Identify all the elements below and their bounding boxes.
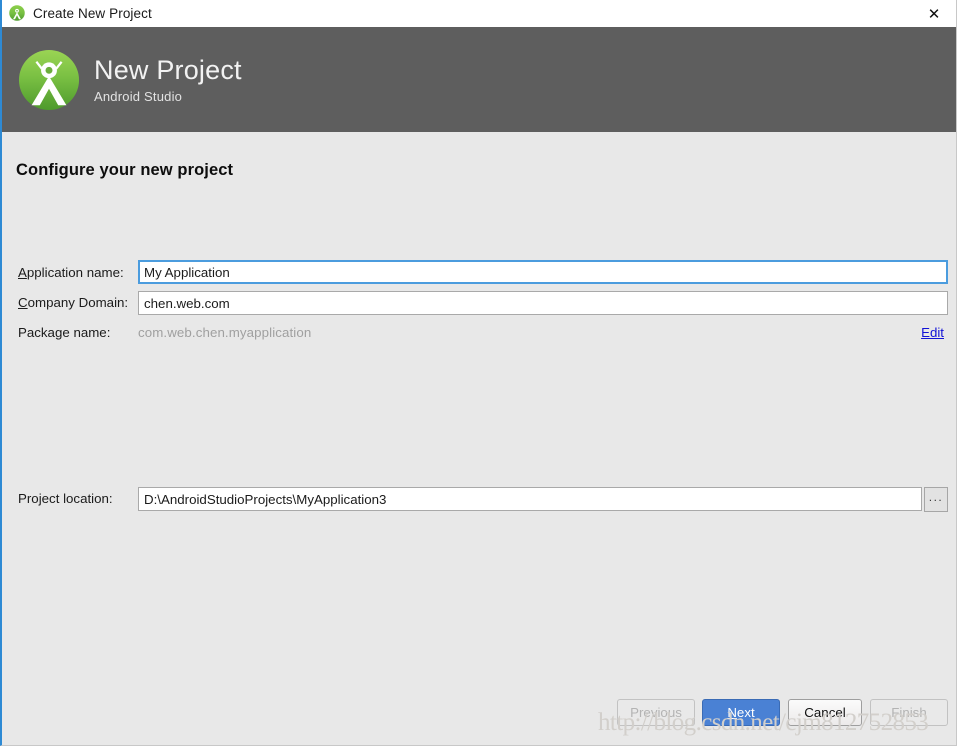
company-domain-label-mnemonic: C	[18, 295, 28, 310]
company-domain-label: Company Domain:	[18, 295, 128, 310]
application-name-label: Application name:	[18, 265, 124, 280]
project-location-label: Project location:	[18, 491, 113, 506]
dialog-banner: New Project Android Studio	[2, 27, 956, 132]
next-button-rest: ext	[736, 705, 755, 720]
application-name-input[interactable]: My Application	[138, 260, 948, 284]
android-studio-logo	[18, 49, 80, 111]
project-location-input[interactable]: D:\AndroidStudioProjects\MyApplication3	[138, 487, 922, 511]
dialog-footer: Previous Next Cancel Finish	[2, 685, 956, 745]
close-icon[interactable]: ✕	[911, 0, 956, 27]
banner-subtitle: Android Studio	[94, 88, 183, 104]
dialog-body: Configure your new project Application n…	[2, 132, 956, 745]
next-button[interactable]: Next	[702, 699, 780, 726]
next-button-mnemonic: N	[727, 705, 737, 720]
package-name-value: com.web.chen.myapplication	[138, 325, 312, 340]
finish-button[interactable]: Finish	[870, 699, 948, 726]
package-name-label: Package name:	[18, 325, 111, 340]
title-bar-title: Create New Project	[33, 5, 152, 21]
application-name-label-mnemonic: A	[18, 265, 27, 280]
browse-project-location-button[interactable]: ...	[924, 487, 948, 512]
page-title: Configure your new project	[16, 161, 234, 179]
application-name-label-rest: pplication name:	[26, 265, 124, 280]
banner-text-block: New Project Android Studio	[94, 54, 242, 106]
cancel-button[interactable]: Cancel	[788, 699, 862, 726]
android-studio-icon	[9, 5, 25, 21]
company-domain-label-rest: ompany Domain:	[27, 295, 129, 310]
edit-package-name-link[interactable]: Edit	[921, 325, 944, 340]
create-new-project-dialog: Create New Project ✕ New Project Android…	[0, 0, 957, 746]
company-domain-input[interactable]: chen.web.com	[138, 291, 948, 315]
banner-title: New Project	[94, 54, 242, 85]
previous-button[interactable]: Previous	[617, 699, 695, 726]
title-bar: Create New Project ✕	[2, 0, 956, 27]
